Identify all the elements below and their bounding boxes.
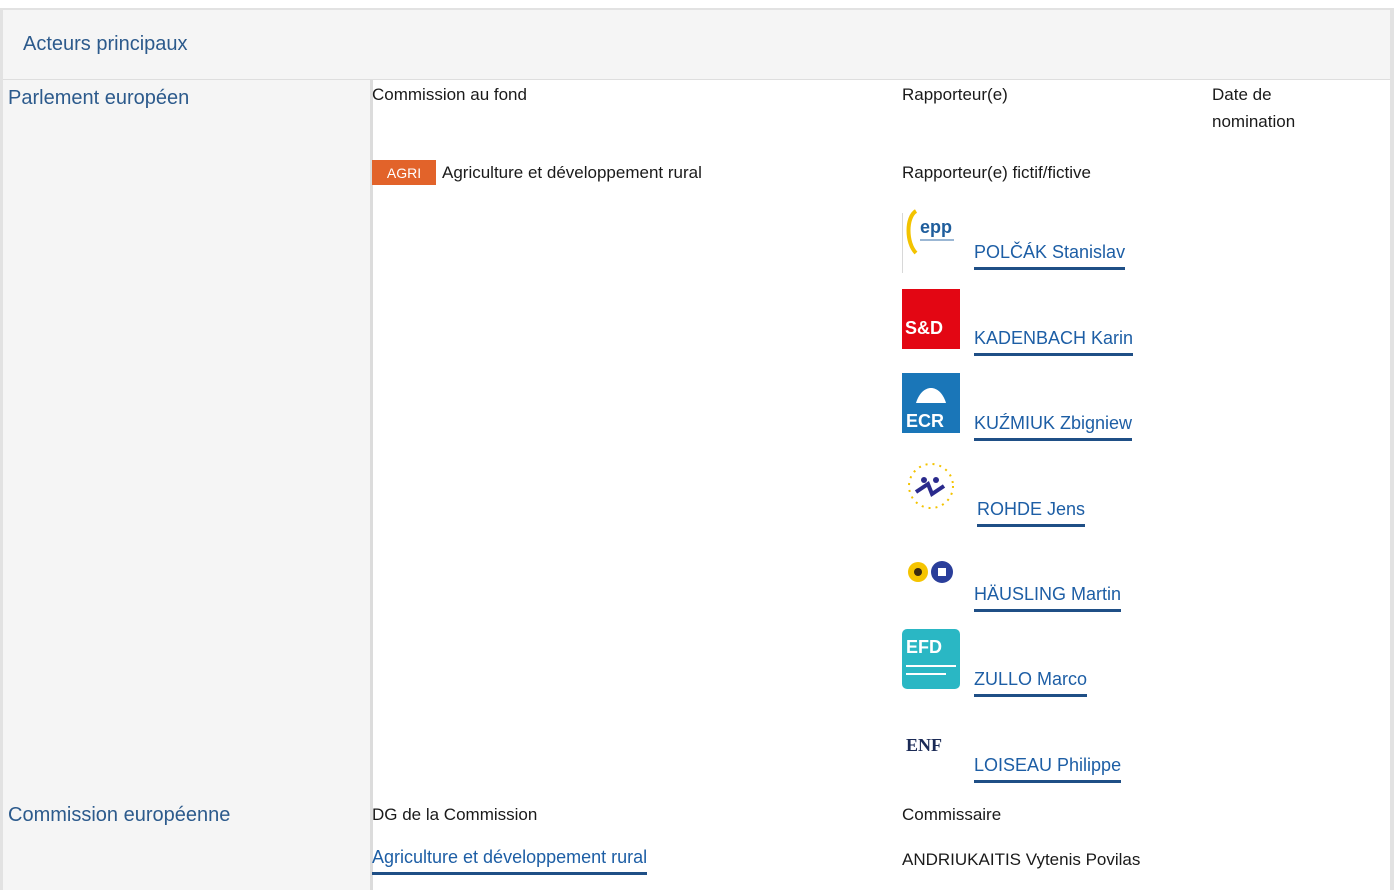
- enf-logo-icon: ENF: [902, 715, 960, 775]
- col-header-dg: DG de la Commission: [372, 805, 538, 824]
- shadow-rapporteur-link-polcak[interactable]: POLČÁK Stanislav: [974, 242, 1126, 270]
- panel-header: Acteurs principaux: [3, 10, 1390, 80]
- shadow-rapporteur-link-loiseau[interactable]: LOISEAU Philippe: [974, 755, 1122, 783]
- parlement-title: Parlement européen: [8, 87, 190, 109]
- col-header-rapporteur: Rapporteur(e): [902, 85, 1008, 104]
- svg-text:ENF: ENF: [906, 735, 942, 755]
- greens-logo-icon: [902, 544, 960, 604]
- shadow-rapporteur-link-kadenbach[interactable]: KADENBACH Karin: [974, 328, 1134, 356]
- col-header-commissaire: Commissaire: [902, 805, 1002, 824]
- dg-link[interactable]: Agriculture et développement rural: [372, 847, 648, 875]
- efd-logo-icon: EFD: [902, 629, 960, 689]
- logo-divider: [902, 213, 903, 273]
- panel-right-border: [1390, 8, 1394, 890]
- commission-title: Commission européenne: [8, 804, 231, 826]
- column-separator: [370, 80, 373, 890]
- committee-name: Agriculture et développement rural: [442, 163, 702, 182]
- committee-code-badge: AGRI: [372, 160, 436, 185]
- svg-text:S&D: S&D: [905, 318, 943, 338]
- page: Acteurs principaux Parlement européen Co…: [0, 0, 1394, 890]
- col-header-date: Date de nomination: [1212, 85, 1296, 131]
- ecr-logo-icon: ECR: [902, 373, 960, 433]
- shadow-rapporteur-link-rohde[interactable]: ROHDE Jens: [977, 499, 1086, 527]
- svg-text:epp: epp: [920, 217, 952, 237]
- actor-label-column: [3, 80, 370, 890]
- col-header-commission: Commission au fond: [372, 85, 527, 104]
- svg-text:ECR: ECR: [906, 411, 944, 431]
- commissaire-name: ANDRIUKAITIS Vytenis Povilas: [902, 850, 1141, 869]
- svg-text:EFD: EFD: [906, 637, 942, 657]
- committee-code-label: AGRI: [386, 164, 422, 181]
- shadow-rapporteur-link-hausling[interactable]: HÄUSLING Martin: [974, 584, 1122, 612]
- epp-logo-icon: epp: [902, 203, 960, 263]
- panel-title: Acteurs principaux: [23, 33, 188, 55]
- shadow-rapporteur-label: Rapporteur(e) fictif/fictive: [902, 163, 1091, 182]
- shadow-rapporteur-link-kuzmiuk[interactable]: KUŹMIUK Zbigniew: [974, 413, 1133, 441]
- alde-logo-icon: [902, 458, 960, 518]
- shadow-rapporteur-link-zullo[interactable]: ZULLO Marco: [974, 669, 1088, 697]
- sd-logo-icon: S&D: [902, 289, 960, 349]
